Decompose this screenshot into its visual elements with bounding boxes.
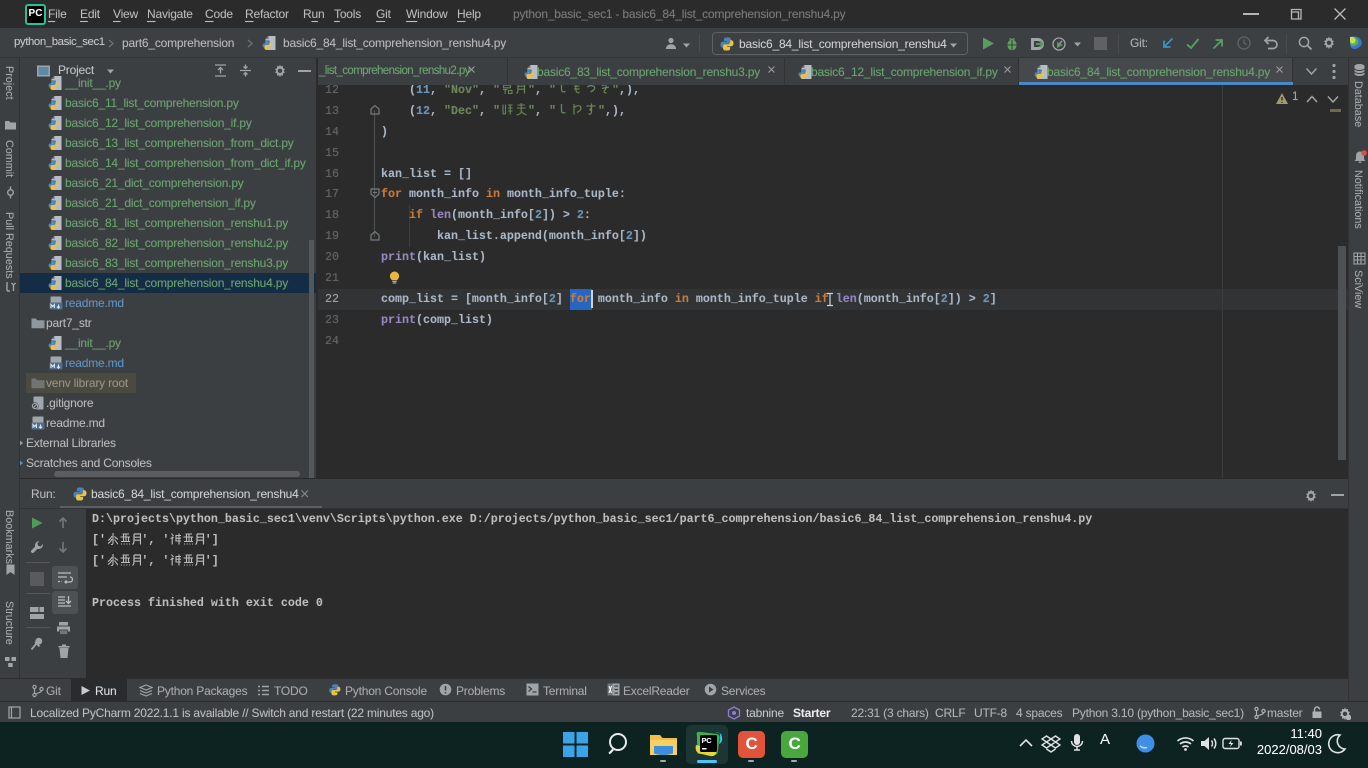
svg-text:PC: PC	[702, 736, 713, 745]
